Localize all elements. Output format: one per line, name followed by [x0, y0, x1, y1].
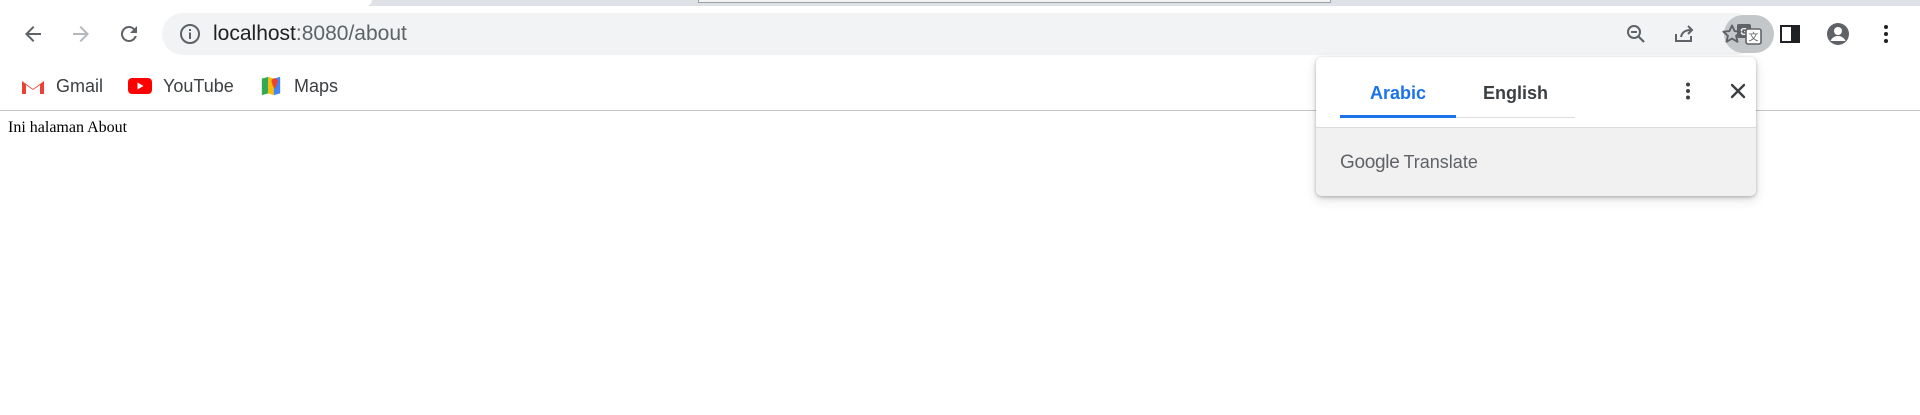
bookmark-gmail[interactable]: Gmail	[20, 69, 103, 103]
google-translate-brand: Google Translate	[1340, 128, 1478, 196]
bookmark-maps[interactable]: Maps	[258, 69, 338, 103]
bookmark-youtube[interactable]: YouTube	[127, 69, 234, 103]
tab-english[interactable]: English	[1456, 71, 1575, 115]
share-icon	[1675, 25, 1694, 42]
page-body-text: Ini halaman About	[8, 119, 128, 136]
svg-text:文: 文	[1749, 31, 1759, 44]
back-button[interactable]	[15, 16, 51, 52]
address-bar[interactable]: localhost:8080/about G 文	[162, 13, 1774, 55]
translate-popup: Arabic English Google Translate	[1316, 57, 1756, 196]
forward-button[interactable]	[63, 16, 99, 52]
more-vert-icon	[1686, 82, 1690, 100]
share-button[interactable]	[1666, 16, 1702, 52]
translate-footer: Google Translate	[1316, 127, 1756, 196]
bookmark-label: YouTube	[163, 75, 234, 96]
zoom-out-icon	[1627, 25, 1645, 43]
side-panel-button[interactable]	[1772, 16, 1808, 52]
reload-icon	[120, 25, 137, 42]
more-vert-icon	[1884, 25, 1888, 43]
window-drag-bar[interactable]	[698, 0, 1331, 3]
maps-icon	[261, 76, 281, 96]
bookmark-star-button[interactable]	[1714, 16, 1750, 52]
side-panel-icon	[1780, 25, 1800, 43]
translate-close-button[interactable]	[1720, 73, 1756, 109]
arrow-left-icon	[25, 26, 41, 42]
zoom-button[interactable]	[1618, 16, 1654, 52]
youtube-icon	[128, 78, 152, 94]
translate-options-button[interactable]	[1670, 73, 1706, 109]
url-host: localhost	[213, 22, 296, 45]
browser-menu-button[interactable]	[1868, 16, 1904, 52]
star-icon	[1722, 24, 1742, 43]
bookmark-label: Gmail	[56, 75, 104, 96]
bookmark-label: Maps	[294, 75, 339, 96]
info-icon[interactable]	[178, 22, 202, 46]
gmail-icon	[22, 81, 44, 94]
tab-arabic[interactable]: Arabic	[1340, 71, 1456, 118]
language-tabs: Arabic English	[1340, 71, 1575, 118]
close-icon	[1730, 83, 1746, 99]
url-text[interactable]: localhost:8080/about	[213, 13, 407, 55]
avatar-icon	[1827, 23, 1849, 45]
reload-button[interactable]	[111, 16, 147, 52]
translate-wordmark: Translate	[1403, 152, 1478, 172]
browser-toolbar: localhost:8080/about G 文	[0, 6, 1920, 62]
google-wordmark: Google	[1340, 152, 1400, 173]
url-path: :8080/about	[295, 22, 407, 45]
arrow-right-icon	[73, 26, 89, 42]
profile-button[interactable]	[1820, 16, 1856, 52]
